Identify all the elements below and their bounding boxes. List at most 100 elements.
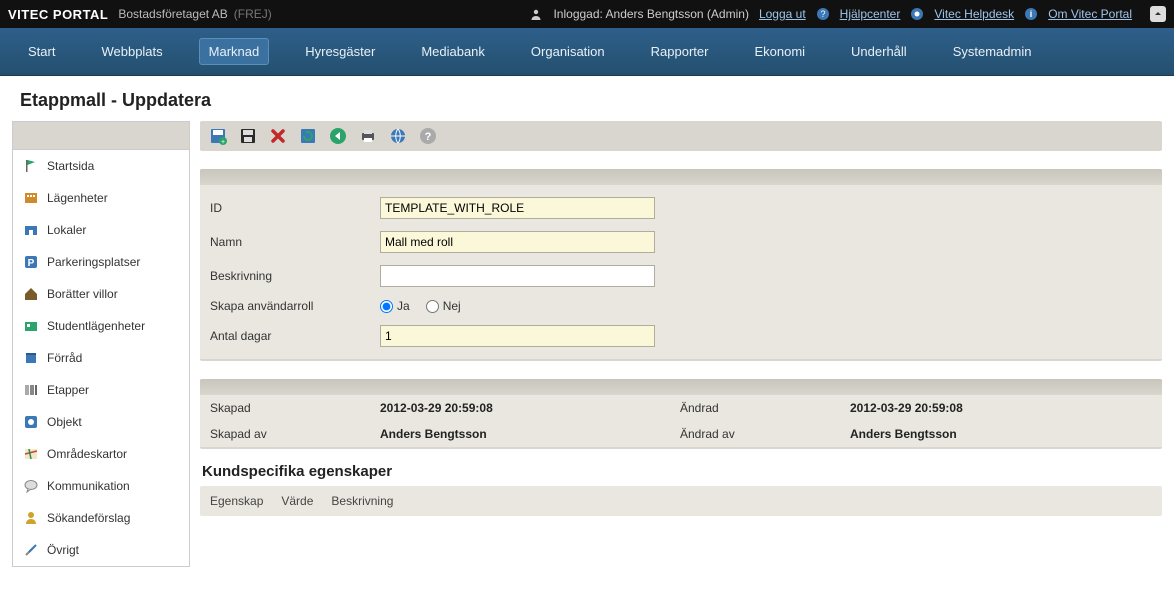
created-label: Skapad	[210, 401, 380, 415]
sidebar-item-label: Övrigt	[47, 543, 79, 557]
nav-systemadmin[interactable]: Systemadmin	[943, 38, 1042, 65]
desc-label: Beskrivning	[210, 269, 380, 283]
sidebar-item-startsida[interactable]: Startsida	[13, 150, 189, 182]
nav-start[interactable]: Start	[18, 38, 65, 65]
days-label: Antal dagar	[210, 329, 380, 343]
print-button[interactable]	[358, 126, 378, 146]
content-area: + ? ID Namn Beskrivning	[200, 121, 1162, 516]
sidebar-item-parkering[interactable]: P Parkeringsplatser	[13, 246, 189, 278]
sidebar-item-label: Startsida	[47, 159, 94, 173]
sidebar-item-lagenheter[interactable]: Lägenheter	[13, 182, 189, 214]
props-col-varde: Värde	[281, 494, 313, 508]
radio-no[interactable]: Nej	[426, 299, 461, 313]
props-col-beskrivning: Beskrivning	[331, 494, 393, 508]
student-icon	[23, 318, 39, 334]
name-input[interactable]	[380, 231, 655, 253]
form-panel: ID Namn Beskrivning Skapa användarroll	[200, 169, 1162, 361]
nav-organisation[interactable]: Organisation	[521, 38, 615, 65]
sidebar-item-sokande[interactable]: Sökandeförslag	[13, 502, 189, 534]
sidebar-item-boratter[interactable]: Borätter villor	[13, 278, 189, 310]
company-name: Bostadsföretaget AB	[118, 7, 227, 21]
about-link[interactable]: Om Vitec Portal	[1048, 7, 1132, 21]
sidebar-item-label: Sökandeförslag	[47, 511, 130, 525]
nav-mediabank[interactable]: Mediabank	[411, 38, 495, 65]
premises-icon	[23, 222, 39, 238]
sidebar-item-omradeskartor[interactable]: Områdeskartor	[13, 438, 189, 470]
sidebar-item-objekt[interactable]: Objekt	[13, 406, 189, 438]
brand: VITEC PORTAL	[8, 7, 108, 22]
chat-icon	[23, 478, 39, 494]
logged-in-text: Inloggad: Anders Bengtsson (Admin)	[553, 7, 748, 21]
radio-yes-input[interactable]	[380, 300, 393, 313]
refresh-button[interactable]	[298, 126, 318, 146]
nav-underhall[interactable]: Underhåll	[841, 38, 917, 65]
sidebar-header	[13, 122, 189, 150]
sidebar-item-label: Borätter villor	[47, 287, 118, 301]
svg-text:?: ?	[425, 131, 432, 143]
save-new-button[interactable]: +	[208, 126, 228, 146]
sidebar-item-label: Områdeskartor	[47, 447, 127, 461]
topbar-right: Inloggad: Anders Bengtsson (Admin) Logga…	[529, 6, 1166, 22]
sidebar-item-label: Parkeringsplatser	[47, 255, 140, 269]
days-input[interactable]	[380, 325, 655, 347]
parking-icon: P	[23, 254, 39, 270]
nav-hyresgaster[interactable]: Hyresgäster	[295, 38, 385, 65]
apartment-icon	[23, 190, 39, 206]
changed-label: Ändrad	[680, 401, 850, 415]
collapse-toggle-button[interactable]	[1150, 6, 1166, 22]
helpdesk-link[interactable]: Vitec Helpdesk	[934, 7, 1014, 21]
sidebar: Startsida Lägenheter Lokaler P Parkering…	[12, 121, 190, 567]
created-by-value: Anders Bengtsson	[380, 427, 680, 441]
topbar: VITEC PORTAL Bostadsföretaget AB (FREJ) …	[0, 0, 1174, 28]
svg-text:?: ?	[820, 9, 825, 19]
sidebar-item-ovrigt[interactable]: Övrigt	[13, 534, 189, 566]
page-title: Etappmall - Uppdatera	[0, 76, 1174, 121]
desc-input[interactable]	[380, 265, 655, 287]
nav-webbplats[interactable]: Webbplats	[91, 38, 172, 65]
sidebar-item-label: Lokaler	[47, 223, 86, 237]
map-icon	[23, 446, 39, 462]
created-value: 2012-03-29 20:59:08	[380, 401, 680, 415]
storage-icon	[23, 350, 39, 366]
help-center-link[interactable]: Hjälpcenter	[840, 7, 901, 21]
changed-by-label: Ändrad av	[680, 427, 850, 441]
object-icon	[23, 414, 39, 430]
sidebar-item-forrad[interactable]: Förråd	[13, 342, 189, 374]
props-title: Kundspecifika egenskaper	[200, 449, 1162, 486]
sidebar-item-label: Lägenheter	[47, 191, 108, 205]
nav-ekonomi[interactable]: Ekonomi	[744, 38, 815, 65]
radio-yes[interactable]: Ja	[380, 299, 410, 313]
sidebar-item-etapper[interactable]: Etapper	[13, 374, 189, 406]
nav-rapporter[interactable]: Rapporter	[641, 38, 719, 65]
radio-yes-label: Ja	[397, 299, 410, 313]
sidebar-item-kommunikation[interactable]: Kommunikation	[13, 470, 189, 502]
svg-text:i: i	[1030, 9, 1033, 19]
help-icon: ?	[816, 7, 830, 21]
save-button[interactable]	[238, 126, 258, 146]
sidebar-item-student[interactable]: Studentlägenheter	[13, 310, 189, 342]
svg-text:P: P	[28, 258, 35, 269]
sidebar-item-label: Objekt	[47, 415, 82, 429]
helpdesk-icon	[910, 7, 924, 21]
id-input[interactable]	[380, 197, 655, 219]
nav-marknad[interactable]: Marknad	[199, 38, 270, 65]
sidebar-item-label: Förråd	[47, 351, 82, 365]
system-name: (FREJ)	[234, 7, 272, 21]
tools-icon	[23, 542, 39, 558]
person-icon	[23, 510, 39, 526]
name-label: Namn	[210, 235, 380, 249]
logout-link[interactable]: Logga ut	[759, 7, 806, 21]
props-col-egenskap: Egenskap	[210, 494, 263, 508]
sidebar-item-lokaler[interactable]: Lokaler	[13, 214, 189, 246]
sidebar-item-label: Etapper	[47, 383, 89, 397]
meta-panel: Skapad 2012-03-29 20:59:08 Ändrad 2012-0…	[200, 379, 1162, 449]
flag-icon	[23, 158, 39, 174]
delete-button[interactable]	[268, 126, 288, 146]
svg-text:+: +	[221, 139, 225, 145]
stages-icon	[23, 382, 39, 398]
radio-no-input[interactable]	[426, 300, 439, 313]
globe-button[interactable]	[388, 126, 408, 146]
back-button[interactable]	[328, 126, 348, 146]
house-icon	[23, 286, 39, 302]
help-button[interactable]: ?	[418, 126, 438, 146]
